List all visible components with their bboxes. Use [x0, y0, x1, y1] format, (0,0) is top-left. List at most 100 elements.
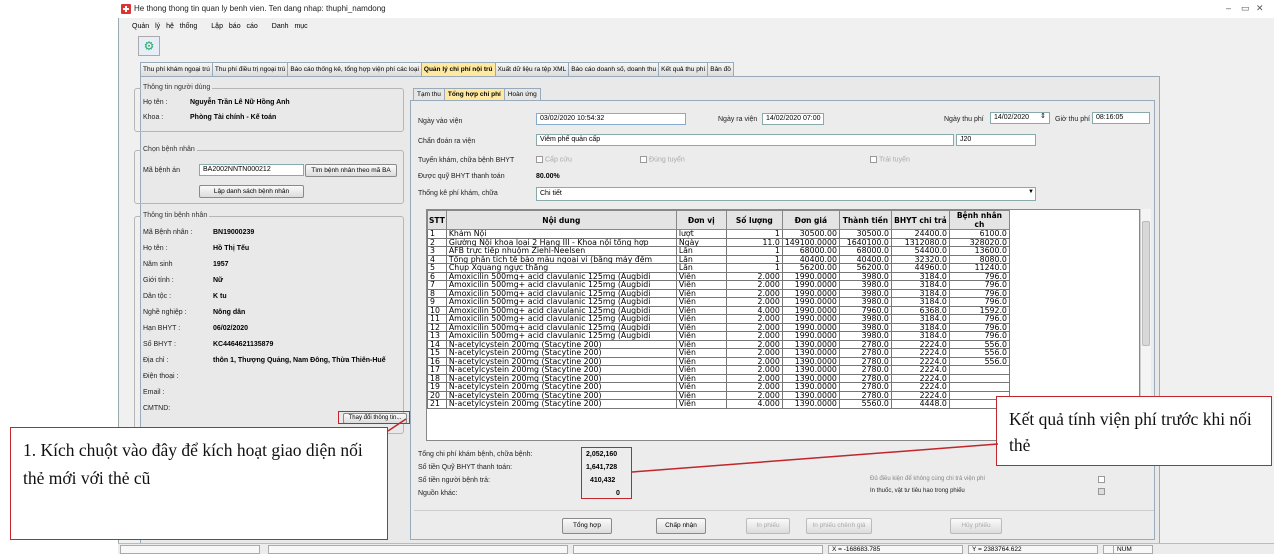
admit-date-field[interactable]: 03/02/2020 10:54:32 — [536, 113, 686, 125]
discharge-date-field[interactable]: 14/02/2020 07:00 — [762, 113, 824, 125]
chevron-down-icon[interactable]: ▼ — [1028, 189, 1034, 195]
table-cell: 2780.0 — [838, 390, 892, 400]
table-cell: 20 — [427, 390, 447, 400]
route-wrong-checkbox[interactable]: Trái tuyến — [870, 156, 910, 163]
table-row[interactable]: 3 AFB trực tiếp nhuộm Ziehl-Neelsen Lần 1 68… — [427, 246, 1010, 256]
menu-catalog[interactable]: Danh mục — [272, 23, 308, 30]
column-header[interactable]: STT — [427, 210, 447, 230]
table-cell: 1592.0 — [948, 305, 1010, 315]
table-row[interactable]: 6 Amoxicilin 500mg+ acid clavulanic 125mg… — [427, 271, 1010, 281]
column-header[interactable]: Đơn vị — [675, 210, 727, 230]
table-row[interactable]: 18 N-acetylcystein 200mg (Stacytine 200) V… — [427, 373, 1010, 383]
print-button[interactable]: In phiếu — [746, 518, 790, 534]
table-row[interactable]: 12 Amoxicilin 500mg+ acid clavulanic 125m… — [427, 322, 1010, 332]
table-row[interactable]: 8 Amoxicilin 500mg+ acid clavulanic 125mg… — [427, 288, 1010, 298]
tab-inpatient-costs[interactable]: Quản lý chi phí nội trú — [420, 62, 496, 76]
table-row[interactable]: 4 Tổng phân tích tế bào máu ngoại vi (bằn… — [427, 254, 1010, 264]
table-row[interactable]: 5 Chụp Xquang ngực thẳng Lần 1 56200.00 56200… — [427, 263, 1010, 273]
column-header[interactable]: Số lượng — [725, 210, 783, 230]
column-header[interactable]: Đơn giá — [781, 210, 840, 230]
left-callout: 1. Kích chuột vào đây để kích hoạt giao … — [10, 427, 388, 540]
table-row[interactable]: 14 N-acetylcystein 200mg (Stacytine 200) V… — [427, 339, 1010, 349]
print-items-checkbox[interactable] — [1098, 488, 1105, 495]
diagnosis-code-field[interactable]: J20 — [956, 134, 1036, 146]
print-detail-button[interactable]: In phiếu chênh giá — [806, 518, 872, 534]
column-header[interactable]: BHYT chi trả — [890, 210, 950, 230]
no-copay-checkbox[interactable] — [1098, 476, 1105, 483]
route-correct-checkbox[interactable]: Đúng tuyến — [640, 156, 685, 163]
route-correct-text: Đúng tuyến — [649, 156, 685, 164]
table-cell: 2.000 — [725, 365, 783, 375]
coverage-label: Được quỹ BHYT thanh toán — [418, 173, 505, 180]
table-cell: 2.000 — [725, 314, 783, 324]
table-cell: Lần — [675, 254, 727, 264]
route-emergency-checkbox[interactable]: Cấp cứu — [536, 156, 572, 163]
table-row[interactable]: 19 N-acetylcystein 200mg (Stacytine 200) V… — [427, 382, 1010, 392]
table-row[interactable]: 15 N-acetylcystein 200mg (Stacytine 200) V… — [427, 348, 1010, 358]
table-row[interactable]: 17 N-acetylcystein 200mg (Stacytine 200) V… — [427, 365, 1010, 375]
table-cell: 2.000 — [725, 356, 783, 366]
table-cell: 2.000 — [725, 339, 783, 349]
user-info-title: Thông tin người dùng — [141, 84, 213, 91]
pay-time-field[interactable]: 08:16:05 — [1092, 112, 1150, 124]
accept-button[interactable]: Chấp nhận — [656, 518, 706, 534]
table-cell: Amoxicilin 500mg+ acid clavulanic 125mg … — [445, 322, 677, 332]
table-cell: 556.0 — [948, 348, 1010, 358]
tab-results[interactable]: Kết quả thu phí — [658, 62, 709, 76]
minimize-icon[interactable]: – — [1226, 3, 1231, 13]
bhyt-label: Số tiền Quỹ BHYT thanh toán: — [418, 464, 513, 471]
table-row[interactable]: 9 Amoxicilin 500mg+ acid clavulanic 125mg… — [427, 297, 1010, 307]
table-cell: 1390.0000 — [781, 373, 840, 383]
table-cell: 3184.0 — [890, 271, 950, 281]
tab-outpatient-treatment[interactable]: Thu phí điều trị ngoại trú — [211, 62, 289, 76]
window-title: He thong thong tin quan ly benh vien. Te… — [118, 0, 1274, 18]
table-row[interactable]: 1 Khám Nội lượt 1 30500.00 30500.0 24400.0 6100… — [427, 229, 1010, 239]
table-cell: 17 — [427, 365, 447, 375]
table-row[interactable]: 21 N-acetylcystein 200mg (Stacytine 200) V… — [427, 399, 1010, 409]
table-cell: 1 — [427, 229, 447, 239]
tab-xml-export[interactable]: Xuất dữ liệu ra tệp XML — [494, 62, 570, 76]
table-cell: 8080.0 — [948, 254, 1010, 264]
tab-reports[interactable]: Báo cáo thống kê, tổng hợp viện phí các … — [287, 62, 422, 76]
menu-system[interactable]: Quản lý hệ thống — [132, 23, 197, 30]
summary-button[interactable]: Tổng hợp — [562, 518, 612, 534]
list-patients-button[interactable]: Lập danh sách bệnh nhân — [199, 185, 304, 198]
table-cell: 1990.0000 — [781, 280, 840, 290]
table-cell: Amoxicilin 500mg+ acid clavulanic 125mg … — [445, 280, 677, 290]
menu-report[interactable]: Lập báo cáo — [211, 23, 258, 30]
cancel-receipt-button[interactable]: Hủy phiếu — [950, 518, 1002, 534]
maximize-icon[interactable]: ▭ — [1241, 3, 1250, 14]
status-x: X = -168683.785 — [828, 545, 963, 554]
table-row[interactable]: 7 Amoxicilin 500mg+ acid clavulanic 125mg… — [427, 280, 1010, 290]
column-header[interactable]: Bệnh nhân ch — [948, 210, 1010, 230]
table-row[interactable]: 11 Amoxicilin 500mg+ acid clavulanic 125m… — [427, 314, 1010, 324]
tab-revenue[interactable]: Báo cáo doanh số, doanh thu — [568, 62, 660, 76]
total-label: Tổng chi phí khám bệnh, chữa bệnh: — [418, 451, 533, 458]
table-cell: 4.000 — [725, 399, 783, 409]
table-cell: 18 — [427, 373, 447, 383]
tab-map[interactable]: Bản đồ — [707, 62, 734, 76]
table-row[interactable]: 13 Amoxicilin 500mg+ acid clavulanic 125m… — [427, 331, 1010, 341]
tab-outpatient-exam[interactable]: Thu phí khám ngoại trú — [140, 62, 213, 76]
close-icon[interactable]: ✕ — [1256, 3, 1264, 14]
table-cell: 1 — [725, 246, 783, 256]
column-header[interactable]: Thành tiền — [838, 210, 892, 230]
table-row[interactable]: 10 Amoxicilin 500mg+ acid clavulanic 125m… — [427, 305, 1010, 315]
table-cell: 1 — [725, 254, 783, 264]
table-row[interactable]: 20 N-acetylcystein 200mg (Stacytine 200) V… — [427, 390, 1010, 400]
table-row[interactable]: 2 Giường Nội khoa loại 2 Hạng III - Khoa … — [427, 237, 1010, 247]
column-header[interactable]: Nội dung — [445, 210, 677, 230]
diagnosis-field[interactable]: Viêm phế quản cấp — [536, 134, 954, 146]
record-input[interactable]: BA2002NNTN000212 — [199, 164, 304, 176]
find-by-record-button[interactable]: Tìm bệnh nhân theo mã BA — [305, 164, 397, 177]
toolbar-tool-icon[interactable]: ⚙ — [138, 36, 160, 56]
table-cell: 1990.0000 — [781, 331, 840, 341]
table-cell: 2780.0 — [838, 348, 892, 358]
table-row[interactable]: 16 N-acetylcystein 200mg (Stacytine 200) V… — [427, 356, 1010, 366]
table-cell: Viên — [675, 382, 727, 392]
patient-field-value: Hồ Thị Tếu — [213, 245, 250, 252]
stat-select[interactable]: Chi tiết — [536, 187, 1036, 201]
table-cell: 1 — [725, 263, 783, 273]
pay-date-spin-icon[interactable]: ⇕ — [1040, 112, 1046, 120]
choose-patient-title: Chọn bệnh nhân — [141, 146, 197, 153]
